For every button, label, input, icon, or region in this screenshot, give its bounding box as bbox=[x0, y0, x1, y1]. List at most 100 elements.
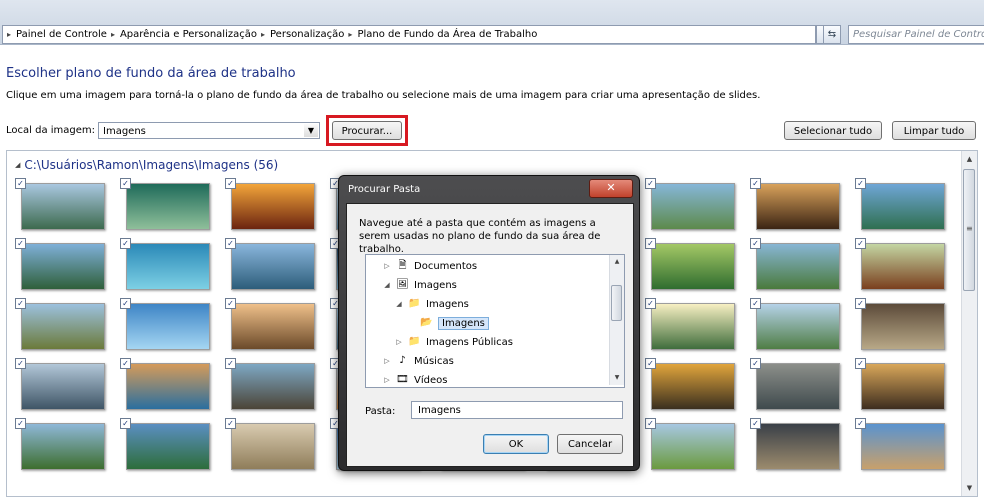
folder-tree[interactable]: ▲ ▼ ▷ 🗎 Documentos ◢ 🖼 Imagens ◢ 📁 Imagens 📂 Image… bbox=[365, 254, 625, 388]
wallpaper-checkbox[interactable]: ✓ bbox=[645, 238, 656, 249]
scroll-up-icon[interactable]: ▲ bbox=[610, 255, 624, 269]
wallpaper-thumbnail[interactable]: ✓ bbox=[225, 358, 321, 414]
wallpaper-checkbox[interactable]: ✓ bbox=[855, 418, 866, 429]
wallpaper-thumbnail[interactable]: ✓ bbox=[120, 298, 216, 354]
wallpaper-thumbnail[interactable]: ✓ bbox=[750, 238, 846, 294]
wallpaper-thumbnail[interactable]: ✓ bbox=[750, 298, 846, 354]
folder-input[interactable]: Imagens bbox=[411, 401, 623, 419]
wallpaper-thumbnail[interactable]: ✓ bbox=[15, 418, 111, 474]
breadcrumb-separator-icon[interactable]: ▸ bbox=[261, 30, 265, 39]
close-button[interactable]: ✕ bbox=[589, 179, 633, 198]
wallpaper-thumbnail[interactable]: ✓ bbox=[120, 178, 216, 234]
wallpaper-checkbox[interactable]: ✓ bbox=[750, 298, 761, 309]
browse-button[interactable]: Procurar... bbox=[332, 121, 402, 140]
wallpaper-thumbnail[interactable]: ✓ bbox=[645, 298, 741, 354]
wallpaper-checkbox[interactable]: ✓ bbox=[645, 298, 656, 309]
wallpaper-thumbnail[interactable]: ✓ bbox=[645, 418, 741, 474]
tree-item[interactable]: ▷ ♪ Músicas bbox=[382, 353, 454, 369]
wallpaper-checkbox[interactable]: ✓ bbox=[120, 238, 131, 249]
wallpaper-checkbox[interactable]: ✓ bbox=[855, 178, 866, 189]
wallpaper-thumbnail[interactable]: ✓ bbox=[15, 178, 111, 234]
wallpaper-checkbox[interactable]: ✓ bbox=[15, 178, 26, 189]
wallpaper-thumbnail[interactable]: ✓ bbox=[750, 178, 846, 234]
select-all-button[interactable]: Selecionar tudo bbox=[784, 121, 882, 140]
gallery-scrollbar[interactable]: ▲ ≡ ▼ bbox=[961, 151, 977, 496]
refresh-button[interactable]: ⇆ bbox=[823, 25, 841, 44]
wallpaper-thumbnail[interactable]: ✓ bbox=[225, 178, 321, 234]
wallpaper-thumbnail[interactable]: ✓ bbox=[15, 238, 111, 294]
expander-icon[interactable]: ◢ bbox=[394, 300, 404, 308]
wallpaper-checkbox[interactable]: ✓ bbox=[225, 418, 236, 429]
scroll-down-icon[interactable]: ▼ bbox=[610, 371, 624, 385]
tree-item[interactable]: ▷ 🎞 Vídeos bbox=[382, 372, 447, 388]
wallpaper-thumbnail[interactable]: ✓ bbox=[855, 238, 951, 294]
wallpaper-checkbox[interactable]: ✓ bbox=[15, 418, 26, 429]
wallpaper-checkbox[interactable]: ✓ bbox=[225, 358, 236, 369]
wallpaper-checkbox[interactable]: ✓ bbox=[750, 238, 761, 249]
breadcrumb-item[interactable]: ▸ Personalização bbox=[257, 29, 344, 40]
wallpaper-thumbnail[interactable]: ✓ bbox=[750, 358, 846, 414]
tree-item[interactable]: ▷ 🗎 Documentos bbox=[382, 258, 477, 274]
expander-icon[interactable]: ▷ bbox=[382, 357, 392, 365]
wallpaper-thumbnail[interactable]: ✓ bbox=[855, 298, 951, 354]
wallpaper-checkbox[interactable]: ✓ bbox=[15, 298, 26, 309]
wallpaper-checkbox[interactable]: ✓ bbox=[15, 358, 26, 369]
wallpaper-thumbnail[interactable]: ✓ bbox=[15, 358, 111, 414]
tree-item[interactable]: ◢ 📁 Imagens bbox=[394, 296, 469, 312]
wallpaper-checkbox[interactable]: ✓ bbox=[225, 238, 236, 249]
wallpaper-checkbox[interactable]: ✓ bbox=[120, 358, 131, 369]
wallpaper-checkbox[interactable]: ✓ bbox=[120, 298, 131, 309]
wallpaper-thumbnail[interactable]: ✓ bbox=[225, 238, 321, 294]
cancel-button[interactable]: Cancelar bbox=[557, 434, 623, 454]
wallpaper-thumbnail[interactable]: ✓ bbox=[225, 418, 321, 474]
breadcrumb-separator-icon[interactable]: ▸ bbox=[111, 30, 115, 39]
wallpaper-checkbox[interactable]: ✓ bbox=[645, 178, 656, 189]
wallpaper-thumbnail[interactable]: ✓ bbox=[120, 238, 216, 294]
wallpaper-thumbnail[interactable]: ✓ bbox=[120, 418, 216, 474]
gallery-group-header[interactable]: ◢ C:\Usuários\Ramon\Imagens\Imagens (56) bbox=[15, 158, 278, 172]
wallpaper-thumbnail[interactable]: ✓ bbox=[225, 298, 321, 354]
wallpaper-thumbnail[interactable]: ✓ bbox=[855, 178, 951, 234]
tree-scrollbar[interactable]: ▲ ▼ bbox=[609, 255, 624, 385]
wallpaper-checkbox[interactable]: ✓ bbox=[750, 358, 761, 369]
wallpaper-thumbnail[interactable]: ✓ bbox=[645, 238, 741, 294]
wallpaper-thumbnail[interactable]: ✓ bbox=[120, 358, 216, 414]
wallpaper-checkbox[interactable]: ✓ bbox=[855, 358, 866, 369]
expander-icon[interactable]: ▷ bbox=[394, 338, 404, 346]
breadcrumb-item[interactable]: ▸ Painel de Controle bbox=[3, 29, 107, 40]
search-input[interactable]: Pesquisar Painel de Controle bbox=[848, 25, 984, 44]
wallpaper-checkbox[interactable]: ✓ bbox=[645, 358, 656, 369]
wallpaper-thumbnail[interactable]: ✓ bbox=[15, 298, 111, 354]
wallpaper-thumbnail[interactable]: ✓ bbox=[855, 358, 951, 414]
wallpaper-checkbox[interactable]: ✓ bbox=[750, 178, 761, 189]
tree-item[interactable]: ◢ 🖼 Imagens bbox=[382, 277, 457, 293]
expander-icon[interactable]: ◢ bbox=[382, 281, 392, 289]
expander-icon[interactable]: ▷ bbox=[382, 262, 392, 270]
breadcrumb-separator-icon[interactable]: ▸ bbox=[7, 30, 11, 39]
wallpaper-checkbox[interactable]: ✓ bbox=[225, 178, 236, 189]
wallpaper-checkbox[interactable]: ✓ bbox=[225, 298, 236, 309]
clear-all-button[interactable]: Limpar tudo bbox=[892, 121, 976, 140]
wallpaper-checkbox[interactable]: ✓ bbox=[120, 418, 131, 429]
scroll-up-icon[interactable]: ▲ bbox=[962, 151, 977, 167]
expander-icon[interactable]: ▷ bbox=[382, 376, 392, 384]
picture-location-select[interactable]: Imagens ▼ bbox=[98, 122, 320, 139]
ok-button[interactable]: OK bbox=[483, 434, 549, 454]
wallpaper-thumbnail[interactable]: ✓ bbox=[645, 358, 741, 414]
wallpaper-checkbox[interactable]: ✓ bbox=[855, 238, 866, 249]
breadcrumb-item[interactable]: ▸ Aparência e Personalização bbox=[107, 29, 257, 40]
wallpaper-checkbox[interactable]: ✓ bbox=[645, 418, 656, 429]
wallpaper-thumbnail[interactable]: ✓ bbox=[855, 418, 951, 474]
wallpaper-checkbox[interactable]: ✓ bbox=[120, 178, 131, 189]
wallpaper-thumbnail[interactable]: ✓ bbox=[645, 178, 741, 234]
tree-item[interactable]: 📂 Imagens bbox=[406, 315, 489, 331]
wallpaper-checkbox[interactable]: ✓ bbox=[750, 418, 761, 429]
wallpaper-checkbox[interactable]: ✓ bbox=[855, 298, 866, 309]
scroll-down-icon[interactable]: ▼ bbox=[962, 480, 977, 496]
breadcrumb-separator-icon[interactable]: ▸ bbox=[348, 30, 352, 39]
scrollbar-thumb[interactable] bbox=[611, 285, 622, 321]
breadcrumb-item[interactable]: ▸ Plano de Fundo da Área de Trabalho bbox=[344, 29, 537, 40]
wallpaper-checkbox[interactable]: ✓ bbox=[15, 238, 26, 249]
wallpaper-thumbnail[interactable]: ✓ bbox=[750, 418, 846, 474]
address-bar[interactable]: ▸ Painel de Controle ▸ Aparência e Personal… bbox=[2, 25, 816, 44]
